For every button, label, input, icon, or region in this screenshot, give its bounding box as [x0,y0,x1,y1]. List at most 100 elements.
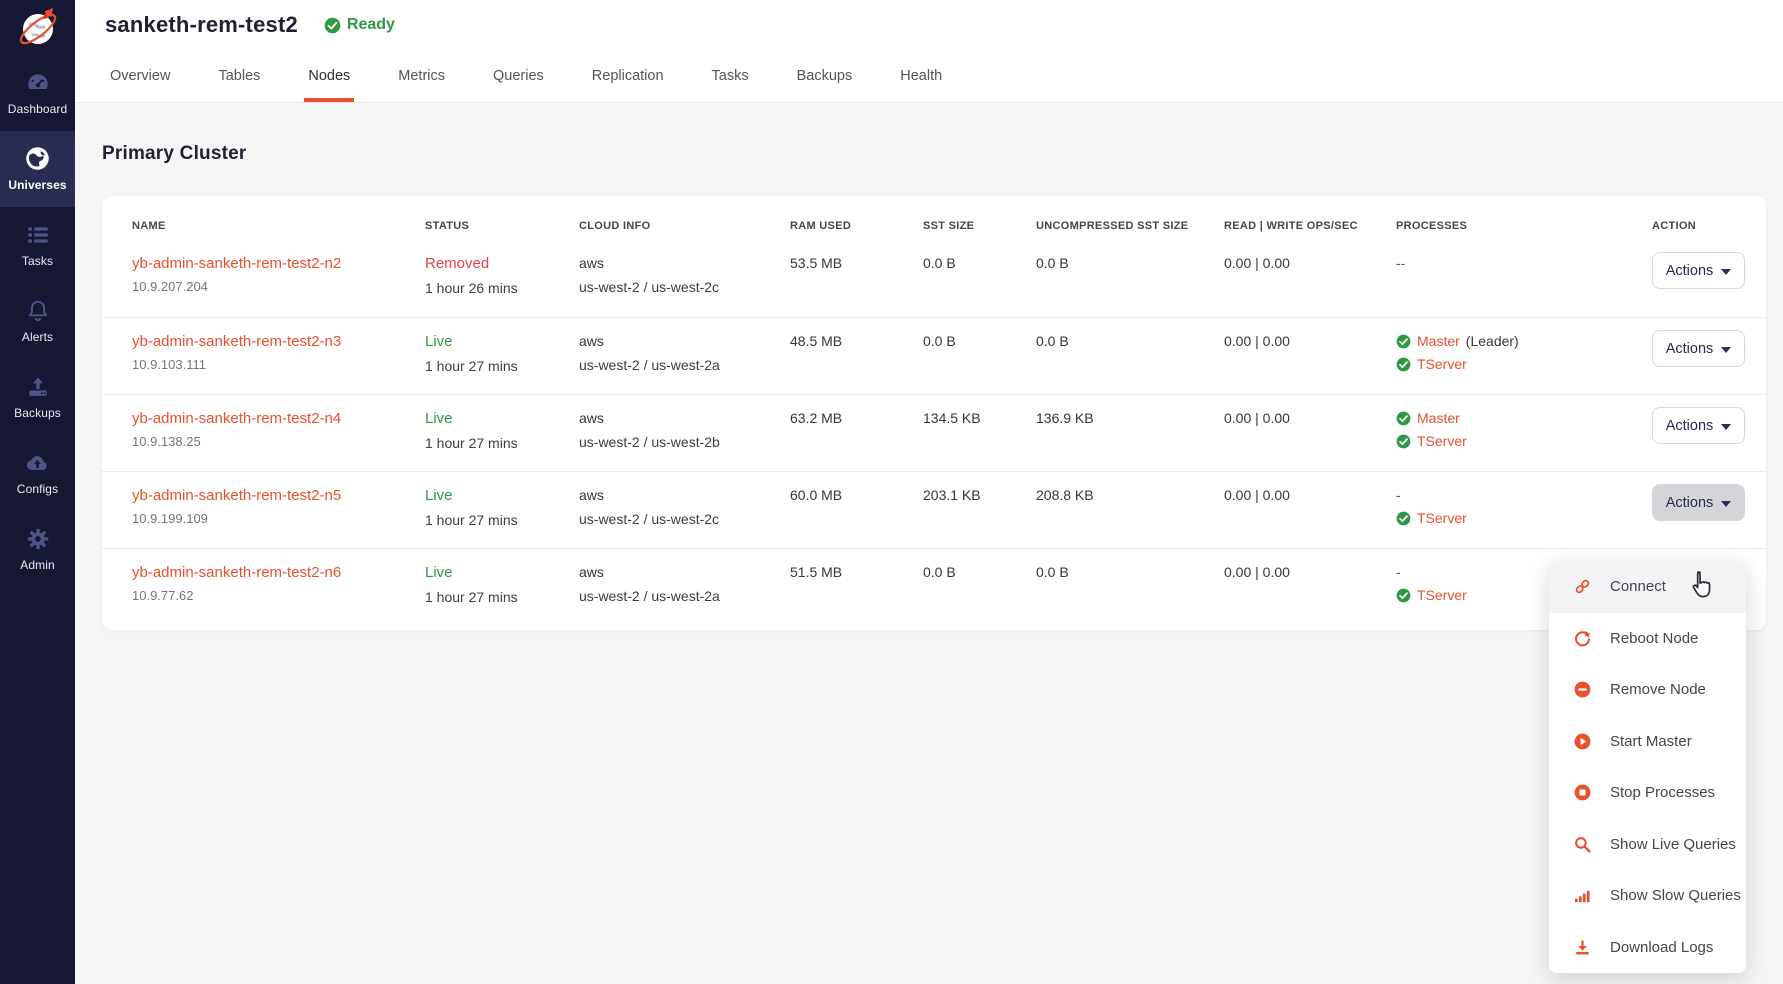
universe-title: sanketh-rem-test2 [105,12,298,38]
table-row: yb-admin-sanketh-rem-test2-n3 10.9.103.1… [102,317,1766,394]
actions-button-label: Actions [1666,263,1714,279]
tab-nodes[interactable]: Nodes [306,54,352,102]
ram-used-value: 51.5 MB [790,549,923,625]
sidebar-item-label: Universes [8,178,66,192]
node-status: Live [425,333,453,350]
menu-item-show-slow-queries[interactable]: Show Slow Queries [1549,870,1746,922]
cloud-provider: aws [579,255,604,271]
tab-tables[interactable]: Tables [216,54,262,102]
stop-circle-icon [1572,783,1592,803]
node-ip: 10.9.138.25 [132,434,425,449]
menu-item-reboot-node[interactable]: Reboot Node [1549,613,1746,665]
sidebar-item-label: Backups [14,406,61,420]
check-circle-icon [324,17,341,34]
ram-used-value: 53.5 MB [790,240,923,317]
tab-tasks[interactable]: Tasks [710,54,751,102]
col-cloud-info: CLOUD INFO [579,220,790,232]
node-uptime: 1 hour 27 mins [425,512,579,528]
menu-item-label: Reboot Node [1610,630,1698,647]
sidebar-item-universes[interactable]: Universes [0,131,75,207]
tab-queries[interactable]: Queries [491,54,546,102]
col-ram-used: RAM USED [790,220,923,232]
table-row: yb-admin-sanketh-rem-test2-n4 10.9.138.2… [102,394,1766,471]
node-name-link[interactable]: yb-admin-sanketh-rem-test2-n5 [132,487,341,504]
actions-dropdown-menu: Connect Reboot Node Remove Node Start Ma… [1549,561,1746,973]
search-icon [1572,834,1592,854]
table-header-row: NAME STATUS CLOUD INFO RAM USED SST SIZE… [102,196,1766,240]
sidebar-item-admin[interactable]: Admin [0,511,75,587]
list-icon [24,221,51,248]
process-master-link[interactable]: Master [1417,410,1460,426]
process-tserver-link[interactable]: TServer [1417,356,1467,372]
sidebar-item-label: Dashboard [8,102,68,116]
col-processes: PROCESSES [1396,220,1652,232]
node-ip: 10.9.207.204 [132,279,425,294]
process-master-link[interactable]: Master [1417,333,1460,349]
menu-item-stop-processes[interactable]: Stop Processes [1549,767,1746,819]
table-row: yb-admin-sanketh-rem-test2-n6 10.9.77.62… [102,548,1766,625]
sidebar-item-backups[interactable]: Backups [0,359,75,435]
cloud-zone: us-west-2 / us-west-2b [579,434,790,450]
node-name-link[interactable]: yb-admin-sanketh-rem-test2-n2 [132,255,341,272]
chevron-down-icon [1721,424,1731,430]
process-tserver-link[interactable]: TServer [1417,587,1467,603]
sidebar-item-configs[interactable]: Configs [0,435,75,511]
sidebar-item-dashboard[interactable]: Dashboard [0,55,75,131]
tab-health[interactable]: Health [898,54,944,102]
section-title: Primary Cluster [102,143,1783,165]
uncompressed-sst-value: 0.0 B [1036,549,1224,625]
process-none: - [1396,564,1401,580]
cloud-zone: us-west-2 / us-west-2a [579,588,790,604]
cloud-provider: aws [579,564,604,580]
uncompressed-sst-value: 0.0 B [1036,240,1224,317]
node-name-link[interactable]: yb-admin-sanketh-rem-test2-n6 [132,564,341,581]
node-name-link[interactable]: yb-admin-sanketh-rem-test2-n4 [132,410,341,427]
node-status: Live [425,564,453,581]
col-read-write-ops: READ | WRITE OPS/SEC [1224,220,1396,232]
table-row: yb-admin-sanketh-rem-test2-n2 10.9.207.2… [102,240,1766,317]
col-name: NAME [132,220,425,232]
yugabyte-logo[interactable] [0,0,75,55]
sst-size-value: 134.5 KB [923,395,1036,471]
check-circle-icon [1396,588,1411,603]
check-circle-icon [1396,357,1411,372]
actions-button[interactable]: Actions [1652,330,1745,367]
download-icon [1572,937,1592,957]
sidebar-item-tasks[interactable]: Tasks [0,207,75,283]
cloud-provider: aws [579,487,604,503]
menu-item-start-master[interactable]: Start Master [1549,716,1746,768]
process-tserver-link[interactable]: TServer [1417,433,1467,449]
cloud-zone: us-west-2 / us-west-2a [579,357,790,373]
menu-item-connect[interactable]: Connect [1549,561,1746,613]
sidebar-item-label: Tasks [22,254,53,268]
cloud-provider: aws [579,410,604,426]
node-name-link[interactable]: yb-admin-sanketh-rem-test2-n3 [132,333,341,350]
tab-replication[interactable]: Replication [590,54,666,102]
actions-button-open[interactable]: Actions [1652,484,1745,521]
node-status: Live [425,410,453,427]
chevron-down-icon [1721,269,1731,275]
tab-overview[interactable]: Overview [108,54,172,102]
check-circle-icon [1396,434,1411,449]
tab-metrics[interactable]: Metrics [396,54,447,102]
menu-item-download-logs[interactable]: Download Logs [1549,922,1746,974]
ram-used-value: 60.0 MB [790,472,923,548]
sidebar-item-label: Configs [17,482,58,496]
planet-rocket-logo-icon [15,5,61,51]
tab-backups[interactable]: Backups [795,54,855,102]
actions-button-label: Actions [1666,495,1714,511]
globe-icon [24,145,51,172]
sidebar-item-label: Admin [20,558,55,572]
actions-button[interactable]: Actions [1652,252,1745,289]
node-uptime: 1 hour 26 mins [425,280,579,296]
actions-button[interactable]: Actions [1652,407,1745,444]
menu-item-remove-node[interactable]: Remove Node [1549,664,1746,716]
sidebar-item-alerts[interactable]: Alerts [0,283,75,359]
tab-bar: Overview Tables Nodes Metrics Queries Re… [108,54,944,102]
process-tserver-link[interactable]: TServer [1417,510,1467,526]
ram-used-value: 63.2 MB [790,395,923,471]
node-status: Removed [425,255,489,272]
menu-item-show-live-queries[interactable]: Show Live Queries [1549,819,1746,871]
node-ip: 10.9.199.109 [132,511,425,526]
col-action: ACTION [1652,220,1750,232]
